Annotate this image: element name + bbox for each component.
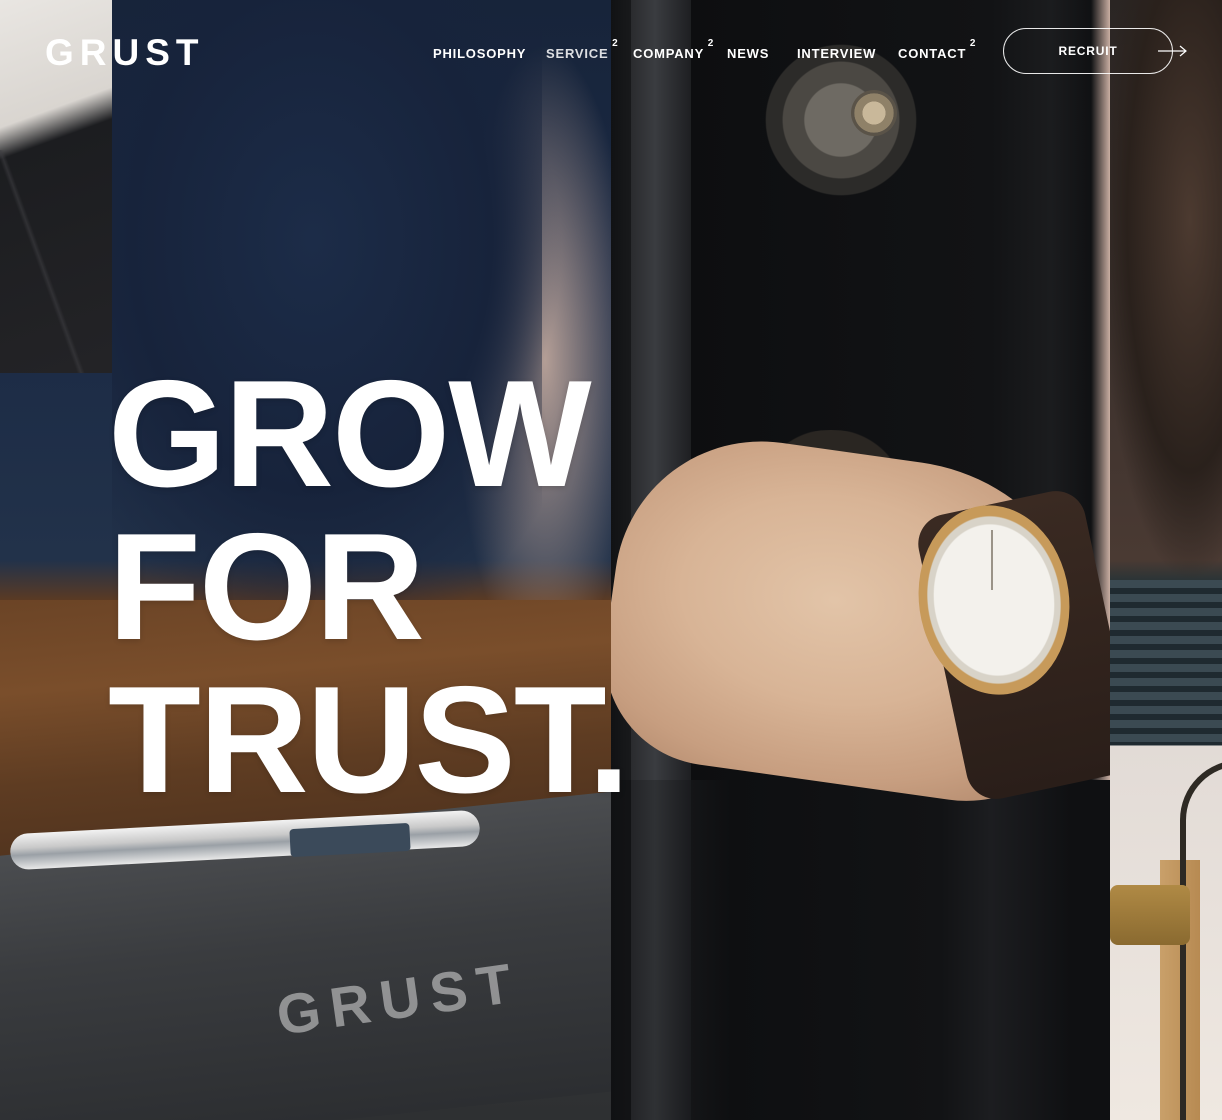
nav-label: INTERVIEW: [797, 46, 877, 61]
hero-photo-person: [1110, 0, 1222, 1120]
hero-line-for: FOR: [108, 502, 425, 672]
nav-item-service[interactable]: SERVICE 2: [546, 38, 618, 61]
nav-label: NEWS: [727, 46, 770, 61]
nav-item-philosophy[interactable]: PHILOSOPHY: [433, 46, 526, 61]
watch-hand: [991, 530, 993, 590]
arrow-right-icon[interactable]: [1158, 43, 1188, 59]
nav-item-contact[interactable]: CONTACT 2: [898, 38, 975, 61]
site-logo[interactable]: GRUST: [45, 34, 205, 71]
door-frame-lower: [631, 780, 691, 1120]
nav-item-company[interactable]: COMPANY 2: [633, 38, 713, 61]
lamp-fitting: [1110, 885, 1190, 945]
hero-line-trust: TRUST.: [108, 655, 630, 825]
person-striped-shirt: [1110, 580, 1222, 745]
nav-item-news[interactable]: NEWS: [727, 46, 769, 61]
recruit-label: RECRUIT: [1058, 44, 1118, 58]
site-header: GRUST PHILOSOPHY SERVICE 2 COMPANY 2 NEW…: [0, 0, 1222, 110]
recruit-button[interactable]: RECRUIT: [1003, 28, 1173, 74]
nav-label: CONTACT: [898, 46, 967, 61]
nav-badge: 2: [612, 38, 619, 49]
nav-label: PHILOSOPHY: [433, 46, 527, 61]
nav-label: SERVICE: [546, 46, 609, 61]
nav-badge: 2: [969, 38, 977, 49]
nav-badge: 2: [707, 38, 715, 49]
nav-item-interview[interactable]: INTERVIEW: [797, 46, 876, 61]
nav-label: COMPANY: [633, 46, 705, 61]
hero-photo-door: [611, 0, 1110, 1120]
hero-headline: GROW FOR TRUST.: [108, 349, 630, 825]
hero-line-grow: GROW: [108, 349, 592, 519]
